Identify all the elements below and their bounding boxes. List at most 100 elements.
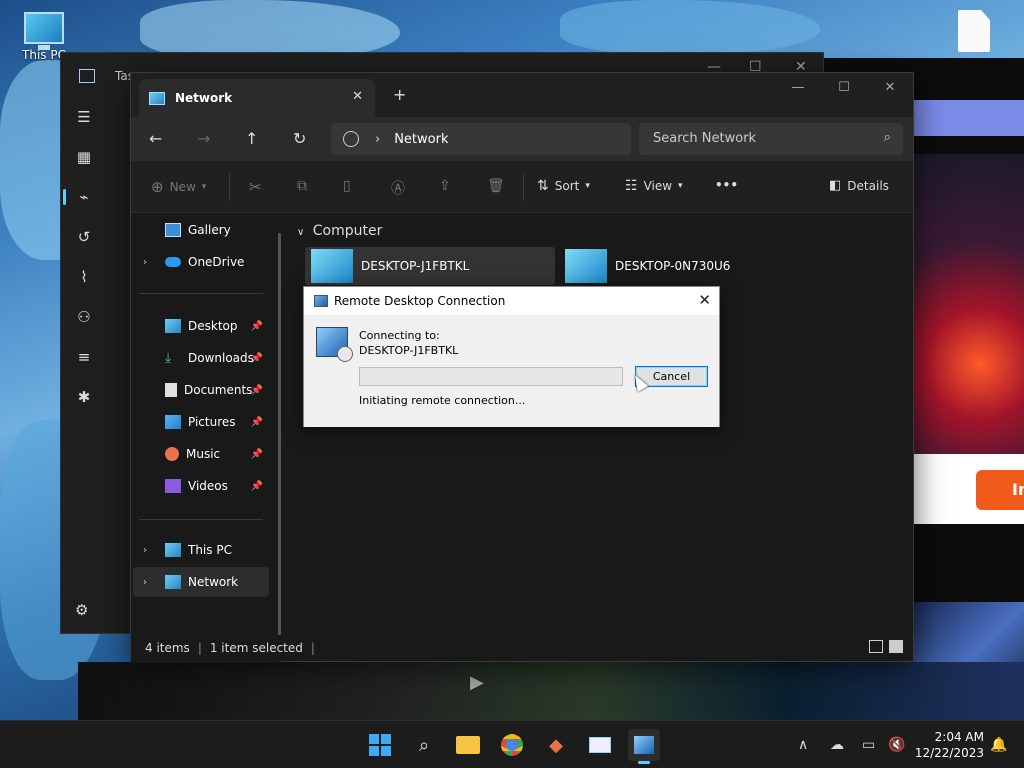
search-input[interactable]: Search Network ⌕	[639, 123, 903, 155]
refresh-icon[interactable]: ↻	[293, 129, 306, 148]
sidebar-item-pictures[interactable]: Pictures 📌	[133, 407, 269, 437]
divider: |	[310, 641, 315, 655]
chevron-down-icon: ∨	[297, 227, 305, 238]
new-tab-icon[interactable]: +	[393, 85, 406, 104]
computer-icon	[311, 249, 353, 283]
delete-icon[interactable]: 🗑	[487, 178, 505, 194]
settings-gear-icon[interactable]: ⚙	[75, 601, 88, 619]
group-header-computer[interactable]: ∨ Computer	[297, 223, 382, 239]
chevron-right-icon[interactable]: ›	[375, 132, 380, 147]
sidebar-item-downloads[interactable]: ⤓ Downloads 📌	[133, 343, 269, 373]
more-options-icon[interactable]: •••	[715, 178, 738, 192]
up-arrow-icon[interactable]: ↑	[245, 129, 258, 148]
copy-icon[interactable]: ⧉	[297, 178, 307, 194]
search-icon[interactable]: ⌕	[408, 729, 440, 761]
sidebar-item-documents[interactable]: Documents 📌	[133, 375, 269, 405]
mute-icon[interactable]: 🔇	[888, 737, 905, 753]
remote-desktop-icon	[314, 295, 328, 307]
maximize-icon[interactable]: ☐	[821, 73, 867, 101]
remote-desktop-taskbar-icon[interactable]	[628, 729, 660, 764]
target-host: DESKTOP-J1FBTKL	[359, 344, 459, 357]
rename-icon[interactable]: Ⓐ	[391, 178, 405, 198]
date: 12/22/2023	[914, 746, 984, 760]
app-history-icon[interactable]: ↺	[61, 217, 107, 257]
minimize-icon[interactable]: —	[775, 73, 821, 101]
new-button[interactable]: ⊕ New ▾	[151, 178, 206, 196]
paste-icon[interactable]: ▯	[343, 178, 351, 194]
install-button[interactable]: In	[976, 470, 1024, 510]
cloud-offline-icon[interactable]: ☁	[830, 737, 844, 753]
clock[interactable]: 2:04 AM 12/22/2023	[915, 729, 984, 761]
background-thumbnails	[78, 662, 1024, 720]
tab-network[interactable]: Network ✕	[139, 79, 375, 117]
sidebar-scrollbar[interactable]	[278, 233, 281, 653]
details-button[interactable]: ◧ Details	[829, 178, 889, 193]
notification-bell-icon[interactable]: 🔔	[990, 737, 1007, 753]
view-button[interactable]: ☷ View ▾	[625, 178, 683, 194]
network-icon	[149, 91, 165, 105]
sort-button[interactable]: ⇅ Sort ▾	[537, 178, 590, 194]
back-arrow-icon[interactable]: ←	[149, 129, 162, 148]
details-view-icon[interactable]	[869, 640, 883, 653]
task-manager-icon[interactable]	[584, 729, 616, 761]
tiles-view-icon[interactable]	[889, 640, 903, 653]
play-icon[interactable]: ▶	[470, 672, 484, 693]
services-icon[interactable]: ✱	[61, 377, 107, 417]
computer-tile[interactable]: DESKTOP-J1FBTKL	[305, 247, 555, 285]
dialog-body: Connecting to: DESKTOP-J1FBTKL Cancel In…	[304, 315, 719, 427]
chevron-up-icon[interactable]: ∧	[798, 737, 808, 753]
cut-icon[interactable]: ✂	[249, 178, 262, 196]
processes-icon[interactable]: ▦	[61, 137, 107, 177]
divider	[229, 173, 230, 201]
chrome-icon[interactable]	[496, 729, 528, 761]
details-list-icon[interactable]: ≡	[61, 337, 107, 377]
search-icon: ⌕	[883, 130, 891, 145]
computer-tile[interactable]: DESKTOP-0N730U6	[559, 247, 809, 285]
hamburger-icon[interactable]: ☰	[61, 97, 107, 137]
computer-icon	[565, 249, 607, 283]
start-button[interactable]	[364, 729, 396, 761]
startup-apps-icon[interactable]: ⌇	[61, 257, 107, 297]
sort-icon: ⇅	[537, 178, 549, 194]
forward-arrow-icon[interactable]: →	[197, 129, 210, 148]
file-icon	[958, 10, 990, 52]
desktop-icon-file[interactable]	[958, 10, 998, 52]
share-icon[interactable]: ⇪	[439, 178, 451, 194]
display-icon[interactable]: ▭	[862, 737, 875, 753]
navigation-bar: ← → ↑ ↻ › Network Search Network ⌕	[131, 117, 913, 161]
dialog-title-bar: Remote Desktop Connection ✕	[304, 287, 719, 315]
close-icon[interactable]: ✕	[867, 73, 913, 101]
gallery-icon	[165, 223, 181, 237]
performance-icon[interactable]: ⌁	[61, 177, 107, 217]
close-icon[interactable]: ✕	[698, 291, 711, 309]
users-icon[interactable]: ⚇	[61, 297, 107, 337]
sidebar-item-this-pc[interactable]: › This PC	[133, 535, 269, 565]
sidebar-item-onedrive[interactable]: › OneDrive	[133, 247, 269, 277]
pin-icon: 📌	[250, 384, 263, 396]
sidebar-item-network[interactable]: › Network	[133, 567, 269, 597]
sidebar-item-desktop[interactable]: Desktop 📌	[133, 311, 269, 341]
chevron-right-icon[interactable]: ›	[143, 577, 147, 588]
sidebar-item-videos[interactable]: Videos 📌	[133, 471, 269, 501]
game-launcher-icon[interactable]: ◆	[540, 729, 572, 761]
chevron-right-icon[interactable]: ›	[143, 257, 147, 268]
sidebar-item-gallery[interactable]: Gallery	[133, 215, 269, 245]
details-pane-icon: ◧	[829, 178, 842, 193]
close-tab-icon[interactable]: ✕	[352, 89, 363, 104]
connecting-label: Connecting to:	[359, 329, 440, 342]
selection-count: 1 item selected	[209, 641, 303, 655]
time: 2:04 AM	[934, 730, 984, 744]
window-controls: — ☐ ✕	[775, 73, 913, 101]
chevron-right-icon[interactable]: ›	[143, 545, 147, 556]
address-bar[interactable]: › Network	[331, 123, 631, 155]
dialog-title: Remote Desktop Connection	[334, 294, 506, 308]
pictures-icon	[165, 415, 181, 429]
divider	[139, 519, 263, 520]
wallpaper-ice	[560, 0, 820, 54]
sidebar-item-music[interactable]: Music 📌	[133, 439, 269, 469]
remote-desktop-icon	[316, 327, 353, 362]
remote-desktop-dialog: Remote Desktop Connection ✕ Connecting t…	[303, 286, 720, 427]
divider: |	[197, 641, 202, 655]
file-explorer-icon[interactable]	[452, 729, 484, 761]
command-bar: ⊕ New ▾ ✂ ⧉ ▯ Ⓐ ⇪ 🗑 ⇅ Sort ▾ ☷ View ▾ ••…	[131, 161, 913, 213]
